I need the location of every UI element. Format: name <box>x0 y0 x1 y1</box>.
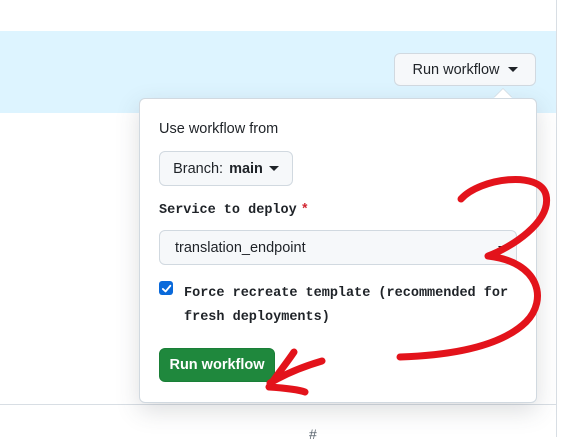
container-border <box>556 0 557 437</box>
popover-arrow <box>494 89 512 98</box>
run-workflow-submit-button[interactable]: Run workflow <box>159 348 275 382</box>
branch-prefix: Branch: <box>173 160 224 177</box>
service-to-deploy-label: Service to deploy * <box>159 203 309 218</box>
chevron-down-icon <box>268 166 279 171</box>
branch-select-button[interactable]: Branch: main <box>159 151 293 186</box>
service-label-text: Service to deploy <box>159 203 297 218</box>
run-workflow-dropdown-button[interactable]: Run workflow <box>394 53 536 86</box>
chevron-down-icon <box>507 67 518 72</box>
hash-icon: # <box>309 426 317 442</box>
run-workflow-dropdown-label: Run workflow <box>412 61 500 78</box>
required-indicator: * <box>300 203 309 218</box>
service-selected-value: translation_endpoint <box>175 239 306 256</box>
workflow-run-row <box>0 0 556 32</box>
use-workflow-from-label: Use workflow from <box>159 121 279 137</box>
branch-value: main <box>229 160 263 177</box>
force-recreate-label[interactable]: Force recreate template (recommended for… <box>184 282 524 330</box>
service-select[interactable]: translation_endpoint <box>159 230 517 265</box>
force-recreate-checkbox[interactable] <box>159 281 173 295</box>
checkmark-icon <box>161 284 171 292</box>
chevron-down-icon <box>498 246 506 251</box>
